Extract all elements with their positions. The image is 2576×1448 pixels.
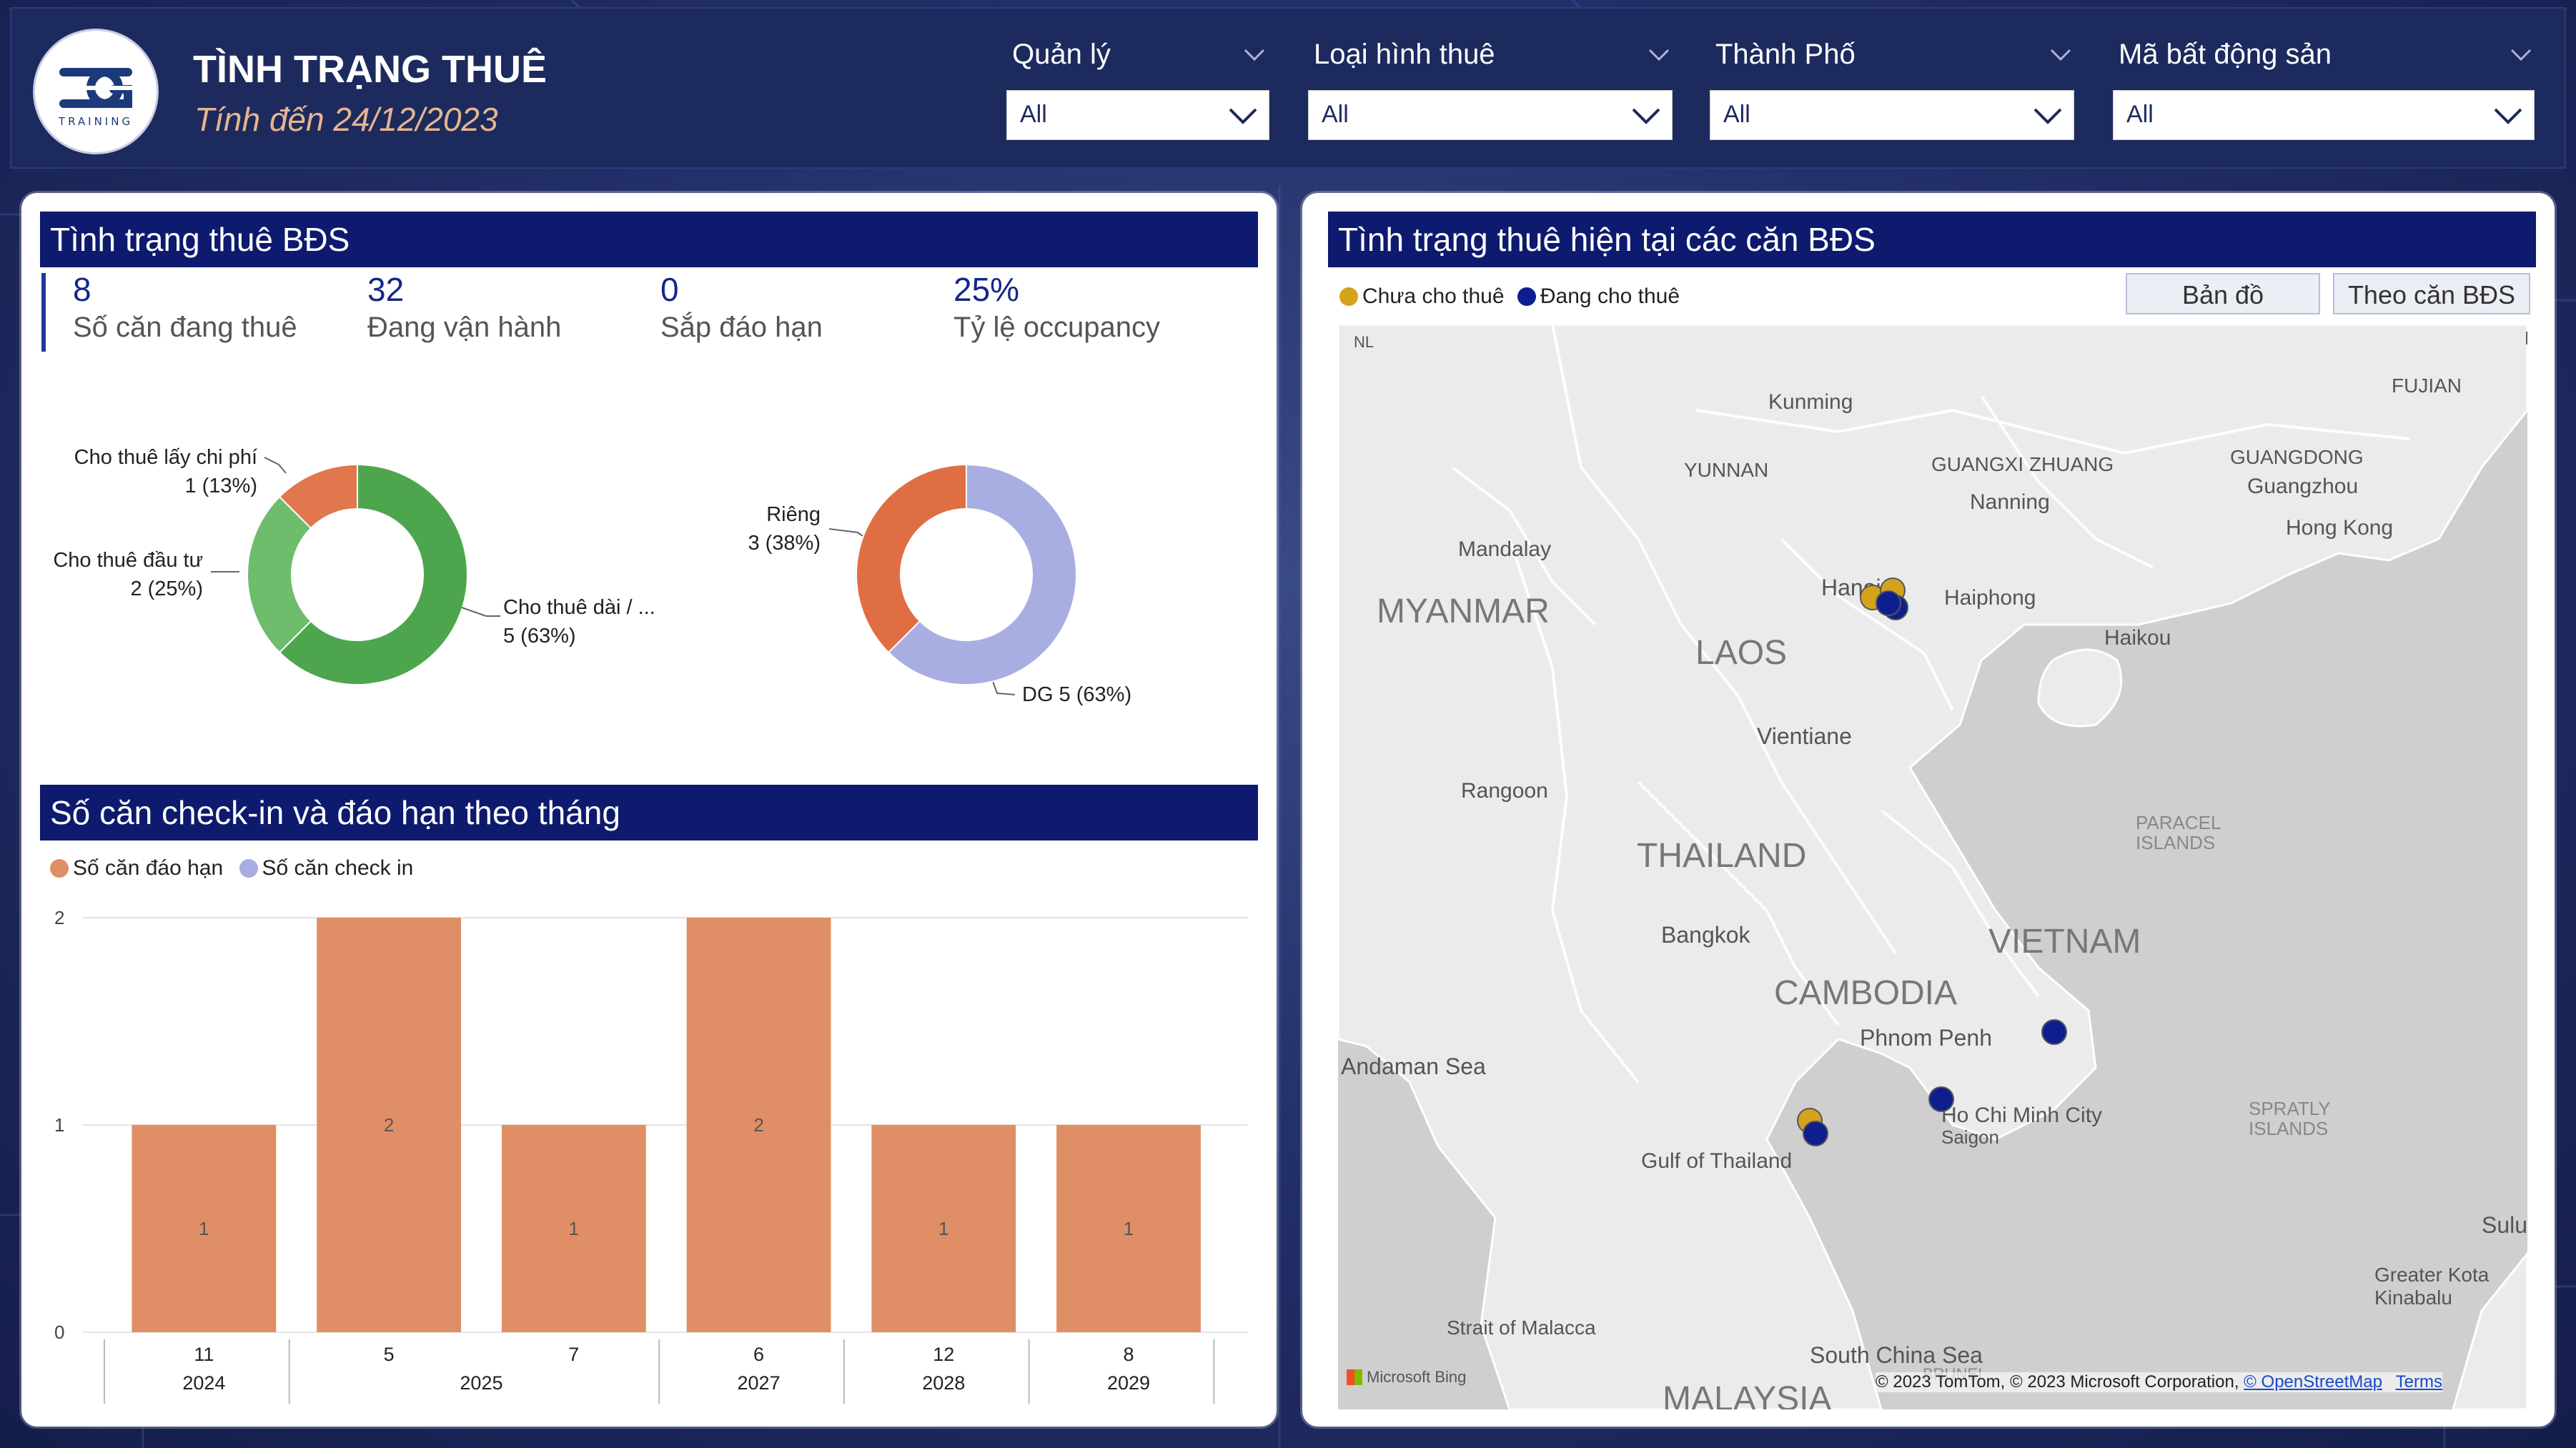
- x-year-label: 2029: [1107, 1372, 1150, 1394]
- x-tick-label: 7: [568, 1344, 579, 1365]
- kpi-label: Tỷ lệ occupancy: [953, 312, 1161, 343]
- map-canvas[interactable]: NL F Kunming YUNNAN GUANGXI ZHUANG Nanni…: [1338, 324, 2527, 1409]
- filter-label: Mã bất động sản: [2119, 39, 2332, 70]
- bar-data-label: 1: [569, 1218, 579, 1239]
- ownership-donut-chart[interactable]: [845, 453, 1088, 696]
- x-year-label: 2028: [922, 1372, 965, 1394]
- kpi-value: 25%: [953, 271, 1020, 308]
- marker-rented[interactable]: [2041, 1019, 2067, 1045]
- bar-data-label: 1: [938, 1218, 948, 1239]
- filter-dropdown[interactable]: All: [1006, 90, 1269, 140]
- kpi-label: Sắp đáo hạn: [660, 312, 823, 343]
- kpi-value: 32: [367, 271, 405, 308]
- chevron-down-icon[interactable]: [1242, 43, 1267, 67]
- map-attribution: © 2023 TomTom, © 2023 Microsoft Corporat…: [1876, 1372, 2442, 1392]
- filter-manager: Quản lý All: [1006, 34, 1269, 149]
- dropdown-arrow-icon: [1632, 108, 1660, 124]
- kpi-value: 0: [660, 271, 679, 308]
- bar-data-label: 1: [199, 1218, 209, 1239]
- marker-rented[interactable]: [1876, 590, 1901, 616]
- chevron-down-icon[interactable]: [2049, 43, 2073, 67]
- donut-slice[interactable]: [856, 463, 967, 654]
- donut2-label-dg: DG 5 (63%): [1022, 683, 1132, 706]
- property-view-button[interactable]: Theo căn BĐS: [2333, 273, 2530, 314]
- x-tick-label: 11: [194, 1344, 214, 1365]
- status-section-title: Tình trạng thuê BĐS: [40, 212, 1258, 267]
- legend-item-checkin[interactable]: Số căn check in: [239, 856, 413, 880]
- donut1-label-invest: Cho thuê đầu tư 2 (25%): [53, 549, 203, 600]
- x-tick-label: 5: [384, 1344, 395, 1365]
- y-tick-label: 1: [54, 1114, 64, 1136]
- filter-value: All: [2126, 101, 2154, 128]
- bing-logo: Microsoft Bing: [1347, 1368, 1466, 1387]
- rental-type-donut-chart[interactable]: [236, 453, 479, 696]
- kpi-label: Đang vận hành: [367, 312, 562, 343]
- legend-item-expiry[interactable]: Số căn đáo hạn: [50, 856, 223, 880]
- marker-rented[interactable]: [1928, 1086, 1954, 1112]
- filter-dropdown[interactable]: All: [1308, 90, 1673, 140]
- dropdown-arrow-icon: [2033, 108, 2062, 124]
- kpi-renting: 8 Số căn đang thuê: [73, 270, 297, 344]
- osm-link[interactable]: © OpenStreetMap: [2244, 1372, 2382, 1392]
- x-tick-label: 6: [753, 1344, 764, 1365]
- header-bar: TRAINING TÌNH TRẠNG THUÊ Tính đến 24/12/…: [10, 7, 2566, 169]
- filter-value: All: [1020, 101, 1047, 128]
- chart-legend: Số căn đáo hạn Số căn check in: [50, 856, 413, 881]
- donut1-label-long: Cho thuê dài / ... 5 (63%): [503, 596, 655, 648]
- bar-data-label: 2: [753, 1114, 763, 1136]
- map-view-button[interactable]: Bản đồ: [2126, 273, 2320, 314]
- chevron-down-icon[interactable]: [1647, 43, 1671, 67]
- dropdown-arrow-icon: [2494, 108, 2522, 124]
- filter-value: All: [1723, 101, 1750, 128]
- terms-link[interactable]: Terms: [2396, 1372, 2442, 1392]
- kpi-label: Số căn đang thuê: [73, 312, 297, 343]
- filter-value: All: [1322, 101, 1349, 128]
- legend-item-rented[interactable]: Đang cho thuê: [1517, 284, 1680, 308]
- legend-item-vacant[interactable]: Chưa cho thuê: [1339, 284, 1505, 308]
- kpi-accent-bar: [41, 273, 46, 352]
- company-logo: TRAINING: [33, 29, 159, 154]
- dropdown-arrow-icon: [1229, 108, 1257, 124]
- filter-property-code: Mã bất động sản All: [2113, 34, 2535, 149]
- filter-label: Thành Phố: [1715, 39, 1856, 70]
- x-year-label: 2024: [182, 1372, 225, 1394]
- chevron-down-icon[interactable]: [2509, 43, 2533, 67]
- x-year-label: 2025: [460, 1372, 502, 1394]
- y-tick-label: 2: [54, 907, 64, 928]
- x-tick-label: 12: [933, 1344, 954, 1365]
- x-year-label: 2027: [738, 1372, 781, 1394]
- filter-city: Thành Phố All: [1710, 34, 2074, 149]
- y-tick-label: 0: [54, 1321, 64, 1343]
- donut1-label-cost: Cho thuê lấy chi phí 1 (13%): [74, 446, 257, 497]
- filter-label: Quản lý: [1012, 39, 1111, 70]
- filter-rental-type: Loại hình thuê All: [1308, 34, 1673, 149]
- map-legend: Chưa cho thuê Đang cho thuê: [1339, 284, 1680, 309]
- filter-dropdown[interactable]: All: [2113, 90, 2535, 140]
- monthly-bar-chart[interactable]: 012111251726112182024 2025 2027 2028 2029: [40, 901, 1258, 1415]
- filter-label: Loại hình thuê: [1314, 39, 1495, 70]
- monthly-section-title: Số căn check-in và đáo hạn theo tháng: [40, 785, 1258, 840]
- marker-rented[interactable]: [1803, 1121, 1828, 1146]
- bar-data-label: 2: [384, 1114, 394, 1136]
- filter-dropdown[interactable]: All: [1710, 90, 2074, 140]
- donut-slice[interactable]: [247, 495, 312, 654]
- page-subtitle: Tính đến 24/12/2023: [194, 101, 498, 138]
- x-tick-label: 8: [1124, 1344, 1134, 1365]
- property-markers: [1797, 577, 2067, 1146]
- kpi-expiring: 0 Sắp đáo hạn: [660, 270, 823, 344]
- bar-data-label: 1: [1124, 1218, 1134, 1239]
- map-section-title: Tình trạng thuê hiện tại các căn BĐS: [1328, 212, 2536, 267]
- page-title: TÌNH TRẠNG THUÊ: [193, 48, 547, 91]
- microsoft-logo-icon: [1347, 1369, 1362, 1385]
- kpi-operating: 32 Đang vận hành: [367, 270, 561, 344]
- donut2-label-rieng: Riêng 3 (38%): [748, 503, 821, 555]
- logo-text: TRAINING: [58, 115, 134, 128]
- kpi-occupancy: 25% Tỷ lệ occupancy: [953, 270, 1160, 344]
- kpi-value: 8: [73, 271, 91, 308]
